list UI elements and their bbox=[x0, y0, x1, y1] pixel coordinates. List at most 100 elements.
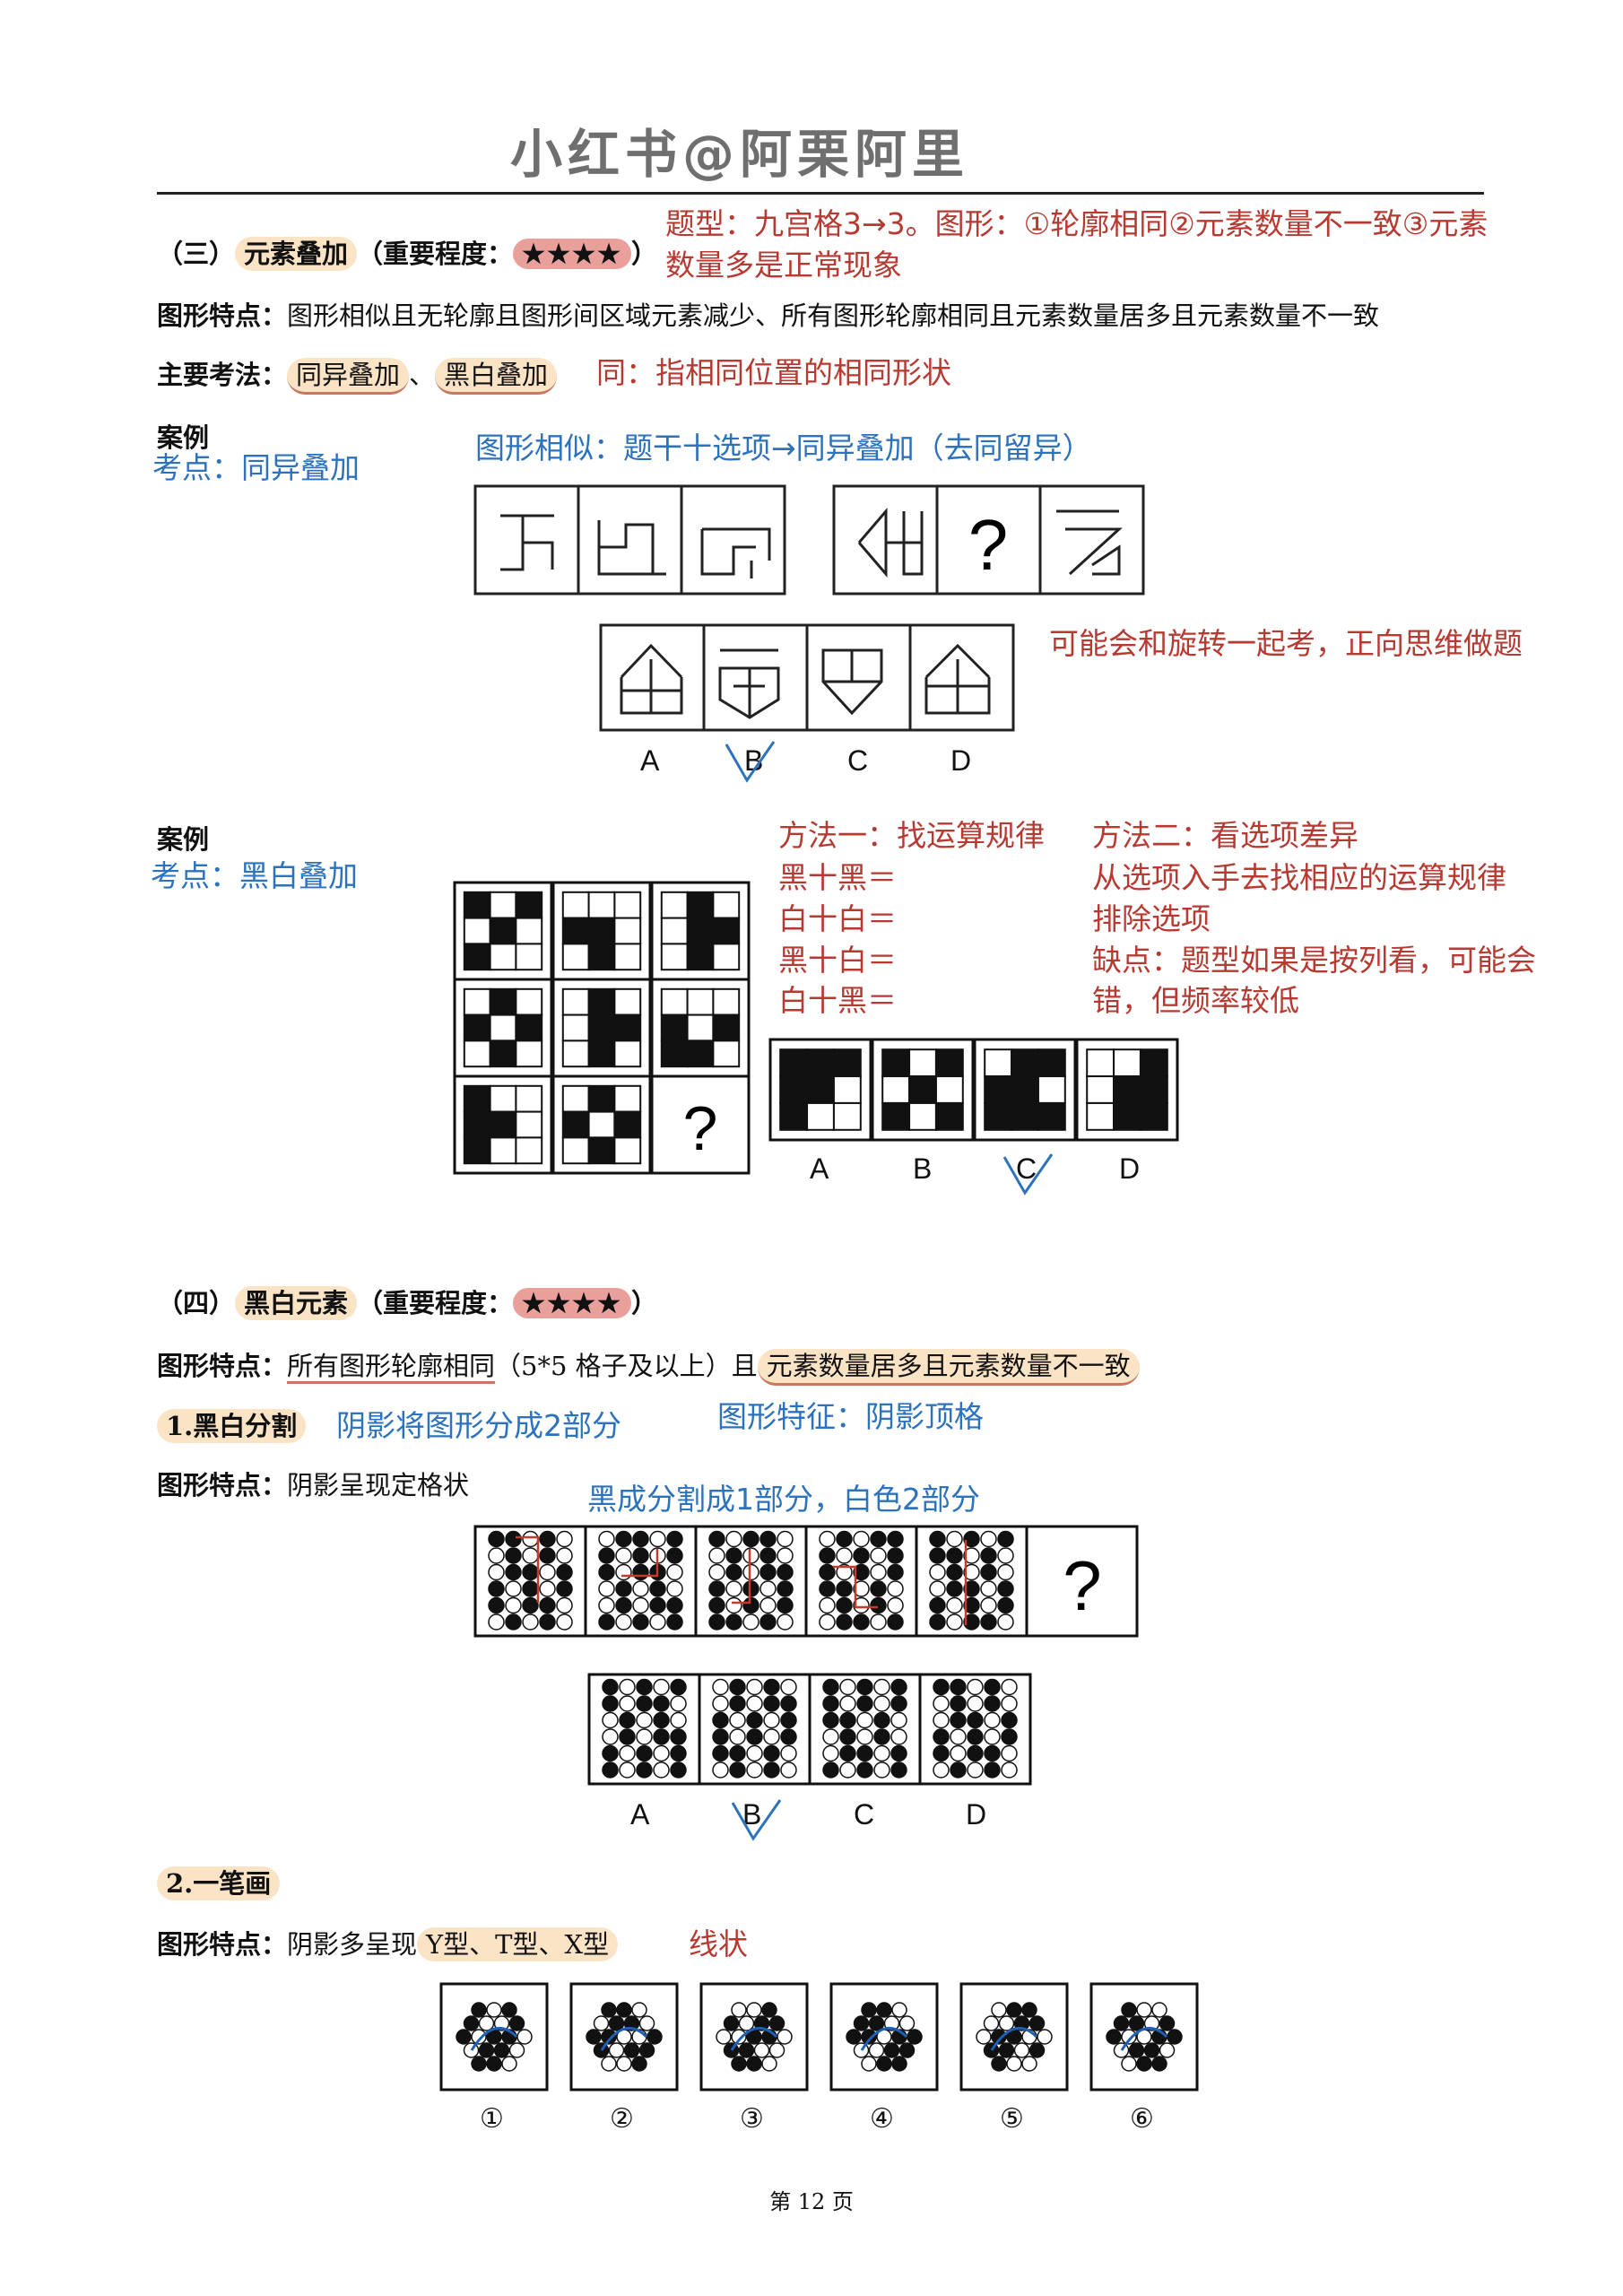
section4-feature: 图形特点：所有图形轮廓相同（5*5 格子及以上）且 元素数量居多且元素数量不一致 bbox=[157, 1349, 1140, 1386]
sub2-label-1: ① bbox=[480, 2104, 504, 2134]
sub2-label-2: ② bbox=[610, 2104, 634, 2134]
bw-grid-cell bbox=[453, 881, 553, 981]
sub2-shapes: Y型、T型、X型 bbox=[417, 1927, 619, 1961]
feature-part-2: （5*5 格子及以上）且 bbox=[495, 1351, 758, 1381]
case1-point: 考点：同异叠加 bbox=[152, 450, 360, 485]
sub2-label-3: ③ bbox=[740, 2104, 764, 2134]
note-same: 同：指相同位置的相同形状 bbox=[596, 355, 951, 390]
bw-grid-cell bbox=[551, 978, 652, 1078]
sub1-title: 1.黑白分割 bbox=[157, 1409, 307, 1443]
feature-part-3: 元素数量居多且元素数量不一致 bbox=[757, 1349, 1140, 1386]
sub2-title-text: 2.一笔画 bbox=[157, 1866, 281, 1900]
note-question-type: 题型：九宫格3→3。图形：①轮廓相同②元素数量不一致③元素 bbox=[665, 206, 1488, 241]
sub2-note: 线状 bbox=[689, 1926, 748, 1961]
sub1-answer-check-icon bbox=[731, 1799, 782, 1841]
case1-note: 图形相似：题干十选项→同异叠加（去同留异） bbox=[475, 430, 1092, 465]
dot-grid-cell bbox=[918, 1673, 1032, 1786]
sub1-option-c: C bbox=[854, 1798, 875, 1831]
case1-question-figures: ? bbox=[473, 484, 1145, 596]
case2-point: 考点：黑白叠加 bbox=[151, 858, 358, 893]
case2-option-a: A bbox=[810, 1152, 829, 1185]
case2-option-figures bbox=[768, 1038, 1179, 1142]
note-question-type-2: 数量多是正常现象 bbox=[665, 248, 902, 283]
sub1-note: 阴影将图形分成2部分 bbox=[336, 1408, 621, 1443]
section4-stars: ★★★★ bbox=[513, 1288, 632, 1318]
dot-grid-cell bbox=[804, 1525, 918, 1638]
feature-label: 图形特点： bbox=[157, 300, 288, 331]
section4-close: ） bbox=[631, 1288, 658, 1318]
sub1-note-feature: 图形特征：阴影顶格 bbox=[717, 1399, 984, 1434]
method-label: 主要考法： bbox=[157, 360, 288, 390]
section3-feature: 图形特点：图形相似且无轮廓且图形间区域元素减少、所有图形轮廓相同且元素数量居多且… bbox=[157, 300, 1379, 332]
sub1-feature-label: 图形特点： bbox=[157, 1470, 288, 1500]
section4-heading: （四） 黑白元素 （重要程度： ★★★★） bbox=[157, 1286, 658, 1320]
sub2-label-5: ⑤ bbox=[1000, 2104, 1024, 2134]
bw-grid-cell bbox=[768, 1038, 872, 1142]
sub2-title: 2.一笔画 bbox=[157, 1866, 281, 1900]
bw-grid-cell bbox=[453, 978, 553, 1078]
sub1-question-figures: ? bbox=[473, 1525, 1139, 1638]
svg-text:?: ? bbox=[968, 505, 1009, 585]
case1-note-rotation: 可能会和旋转一起考，正向思维做题 bbox=[1049, 626, 1523, 661]
feature-text: 图形相似且无轮廓且图形间区域元素减少、所有图形轮廓相同且元素数量居多且元素数量不… bbox=[287, 300, 1380, 331]
sub2-feature-text: 阴影多呈现 bbox=[287, 1929, 418, 1960]
sub1-option-figures bbox=[587, 1673, 1032, 1786]
case2-question-grid: ? bbox=[453, 881, 751, 1175]
sub2-label-4: ④ bbox=[870, 2104, 894, 2134]
bw-grid-cell bbox=[650, 881, 751, 981]
sub2-feature: 图形特点：阴影多呈现 Y型、T型、X型 bbox=[157, 1927, 619, 1961]
sub2-label-6: ⑥ bbox=[1130, 2104, 1154, 2134]
dot-grid-cell bbox=[915, 1525, 1028, 1638]
section4-name: 黑白元素 bbox=[235, 1286, 358, 1320]
case2-option-d: D bbox=[1119, 1152, 1141, 1185]
section3-close: ） bbox=[631, 239, 658, 269]
sub1-feature: 图形特点：阴影呈现定格状 bbox=[157, 1469, 469, 1501]
dot-grid-cell bbox=[473, 1525, 587, 1638]
case2-option-b: B bbox=[913, 1152, 933, 1185]
one-stroke-figure bbox=[569, 1982, 679, 2092]
case1-option-c: C bbox=[847, 744, 869, 777]
sub1-title-text: 1.黑白分割 bbox=[157, 1409, 307, 1443]
method-2: 黑白叠加 bbox=[435, 358, 558, 395]
sub2-feature-label: 图形特点： bbox=[157, 1929, 288, 1960]
dot-grid-cell bbox=[694, 1525, 808, 1638]
case1-answer-check-icon bbox=[725, 741, 776, 783]
bw-grid-cell bbox=[973, 1038, 1077, 1142]
method-sep: 、 bbox=[409, 360, 436, 390]
sub1-feature-text: 阴影呈现定格状 bbox=[287, 1470, 470, 1500]
method-1: 同异叠加 bbox=[287, 358, 410, 395]
method-two-line-3: 缺点：题型如果是按列看，可能会 bbox=[1092, 943, 1536, 978]
bw-grid-cell bbox=[1075, 1038, 1179, 1142]
rule-2: 白十白＝ bbox=[778, 901, 897, 936]
case2-label: 案例 bbox=[157, 824, 210, 855]
method-two: 方法二：看选项差异 bbox=[1092, 818, 1358, 853]
feature-label: 图形特点： bbox=[157, 1351, 288, 1381]
rule-4: 白十黑＝ bbox=[778, 983, 897, 1018]
method-two-line-2: 排除选项 bbox=[1092, 901, 1211, 936]
bw-grid-cell bbox=[551, 881, 652, 981]
one-stroke-figure bbox=[959, 1982, 1069, 2092]
sub1-option-a: A bbox=[630, 1798, 650, 1831]
one-stroke-figure bbox=[699, 1982, 809, 2092]
feature-part-1: 所有图形轮廓相同 bbox=[287, 1351, 496, 1384]
section3-prefix: （三） bbox=[157, 239, 236, 269]
section4-importance: （重要程度： bbox=[357, 1288, 514, 1318]
section3-methods: 主要考法： 同异叠加、黑白叠加 bbox=[157, 358, 558, 395]
case1-option-d: D bbox=[950, 744, 972, 777]
section3-stars: ★★★★ bbox=[513, 239, 632, 269]
dot-grid-cell bbox=[808, 1673, 922, 1786]
rule-3: 黑十白＝ bbox=[778, 943, 897, 978]
dot-grid-cell bbox=[698, 1673, 812, 1786]
method-two-line-4: 错，但频率较低 bbox=[1092, 983, 1299, 1018]
bw-grid-cell bbox=[871, 1038, 975, 1142]
one-stroke-figure bbox=[1089, 1982, 1199, 2092]
case2-answer-check-icon bbox=[1002, 1153, 1054, 1196]
header-rule bbox=[157, 192, 1484, 195]
watermark-title: 小红书@阿栗阿里 bbox=[509, 124, 969, 185]
sub1-note-split: 黑成分割成1部分，白色2部分 bbox=[587, 1482, 980, 1517]
section3-name: 元素叠加 bbox=[235, 237, 358, 271]
section3-heading: （三） 元素叠加 （重要程度： ★★★★） bbox=[157, 237, 658, 271]
method-two-line-1: 从选项入手去找相应的运算规律 bbox=[1092, 860, 1506, 895]
rule-1: 黑十黑＝ bbox=[778, 860, 897, 895]
question-mark: ? bbox=[1063, 1546, 1101, 1625]
